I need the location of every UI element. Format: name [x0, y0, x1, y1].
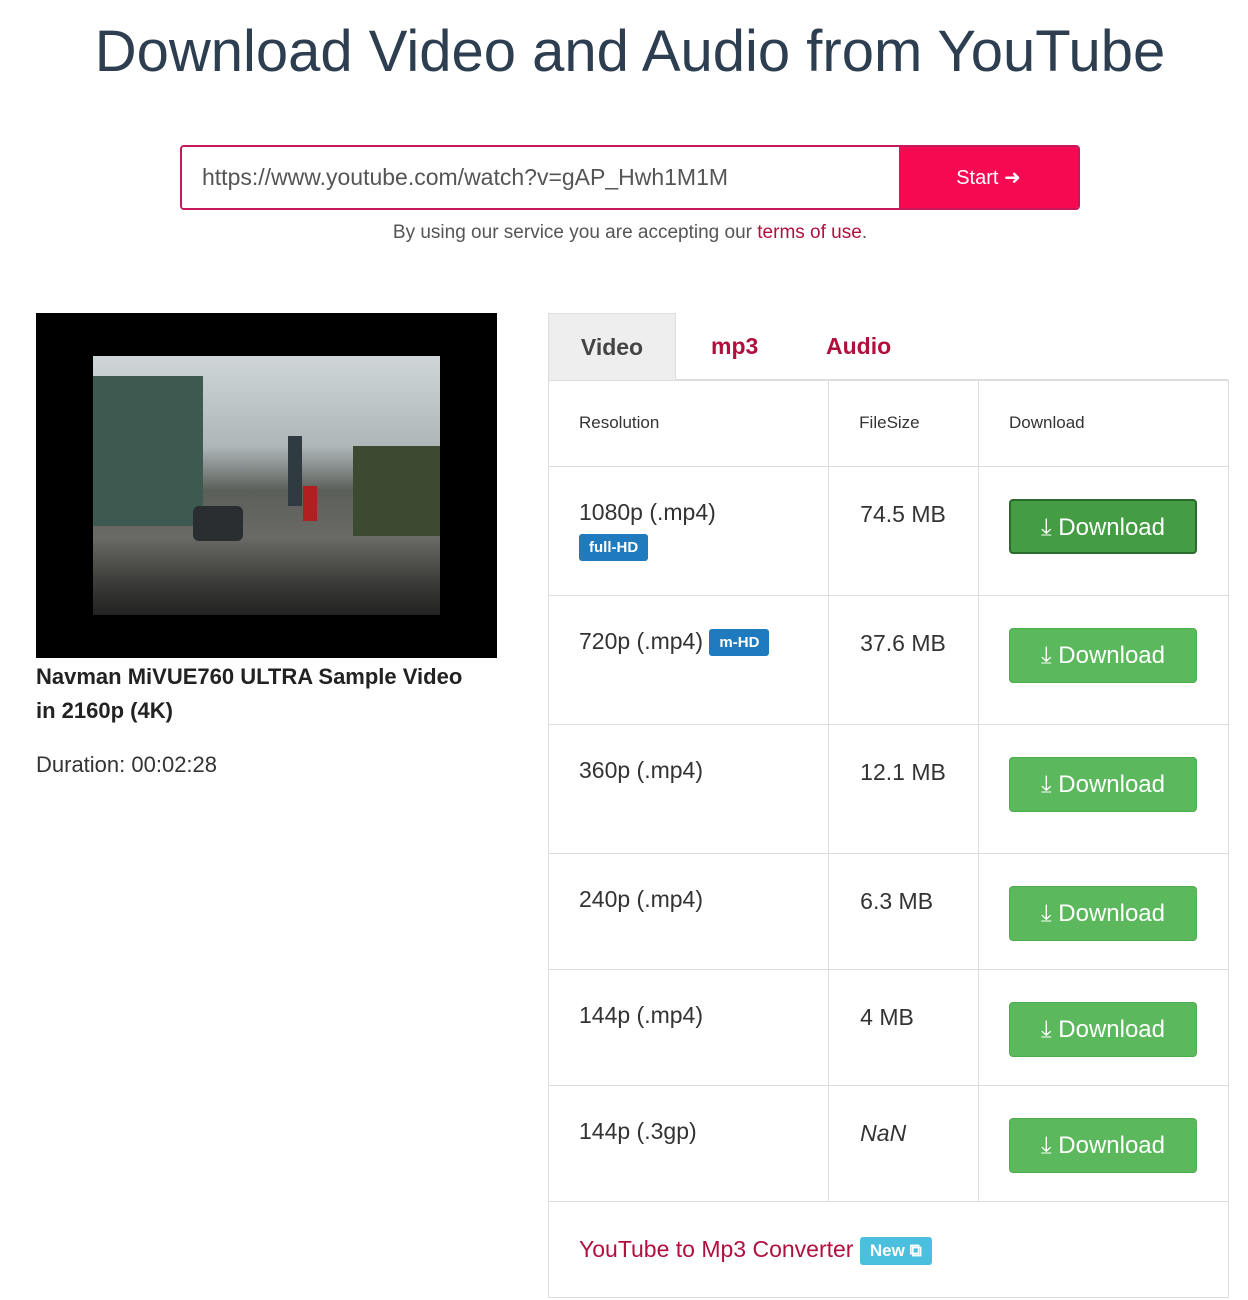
download-icon: ⤓: [1040, 771, 1052, 798]
download-button[interactable]: ⤓ Download: [1009, 1118, 1197, 1173]
table-row: 720p (.mp4) m-HD 37.6 MB ⤓ Download: [547, 595, 1229, 725]
table-row: 1080p (.mp4) full-HD 74.5 MB ⤓ Download: [547, 466, 1229, 596]
download-button[interactable]: ⤓ Download: [1009, 1002, 1197, 1057]
downloads-table: Resolution FileSize Download 1080p (.mp4) f…: [547, 380, 1229, 1298]
table-row: 144p (.3gp) NaN ⤓ Download: [547, 1085, 1229, 1202]
table-footer: YouTube to Mp3 Converter New ⧉: [548, 1201, 1229, 1298]
page-title: Download Video and Audio from YouTube: [94, 19, 1166, 84]
table-row: 240p (.mp4) 6.3 MB ⤓ Download: [547, 853, 1229, 970]
download-button[interactable]: ⤓ Download: [1009, 757, 1197, 812]
new-badge: New ⧉: [859, 1236, 932, 1265]
start-button[interactable]: Start ➜: [899, 147, 1078, 208]
download-icon: ⤓: [1040, 900, 1052, 927]
terms-link[interactable]: terms of use: [757, 222, 862, 243]
mp3-converter-link[interactable]: YouTube to Mp3 Converter: [579, 1236, 853, 1262]
download-button[interactable]: ⤓ Download: [1009, 499, 1197, 554]
table-row: 360p (.mp4) 12.1 MB ⤓ Download: [547, 724, 1229, 854]
table-header: Resolution FileSize Download: [547, 380, 1229, 467]
download-icon: ⤓: [1040, 1132, 1052, 1159]
download-button[interactable]: ⤓ Download: [1009, 886, 1197, 941]
external-link-icon: ⧉: [909, 1240, 922, 1260]
quality-badge: full-HD: [579, 534, 649, 561]
download-icon: ⤓: [1040, 1016, 1052, 1043]
download-icon: ⤓: [1040, 514, 1052, 541]
terms-text: By using our service you are accepting o…: [392, 222, 868, 243]
url-input[interactable]: [182, 147, 899, 208]
tab-audio[interactable]: Audio: [826, 313, 891, 380]
tab-video[interactable]: Video: [548, 313, 676, 380]
download-button[interactable]: ⤓ Download: [1009, 628, 1197, 683]
search-form: Start ➜: [180, 145, 1080, 210]
format-tabs: Video mp3 Audio: [548, 313, 1228, 380]
download-icon: ⤓: [1040, 642, 1052, 669]
video-title: Navman MiVUE760 ULTRA Sample Video in 21…: [36, 664, 463, 723]
tab-mp3[interactable]: mp3: [711, 313, 758, 380]
video-thumbnail: [36, 313, 497, 658]
quality-badge: m-HD: [709, 629, 770, 657]
arrow-right-icon: ➜: [1004, 167, 1021, 189]
video-duration: Duration: 00:02:28: [36, 752, 218, 777]
table-row: 144p (.mp4) 4 MB ⤓ Download: [547, 969, 1229, 1086]
